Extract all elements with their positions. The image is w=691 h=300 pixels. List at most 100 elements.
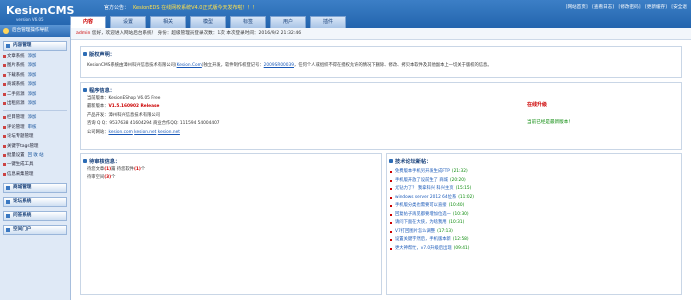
item-label[interactable]: 一键生成工具	[7, 162, 33, 167]
item-label[interactable]: 商城系统	[7, 82, 25, 87]
pending-unit: 个	[111, 175, 116, 181]
list-item[interactable]: 更大神帮忙，v7.0升级后出现 (09:41)	[387, 245, 681, 254]
list-item[interactable]: 设置关键字然后，手机版本新 (12:58)	[387, 236, 681, 245]
add-link[interactable]: 添加	[28, 115, 37, 120]
list-item[interactable]: 尤钻力了？ 我拿科兴 科兴主页 (15:15)	[387, 185, 681, 194]
section-label: 问答系统	[13, 213, 32, 219]
add-link[interactable]: 添加	[28, 82, 37, 87]
sidebar-item-secondhand[interactable]: 二手房源 添加	[0, 90, 70, 99]
section-label: 内容管理	[13, 43, 32, 48]
notice-label: 官方公告：	[104, 5, 130, 11]
sidebar-section-shop[interactable]: 商城管理	[3, 183, 67, 194]
registration-link[interactable]: 2009SR00039	[264, 63, 294, 68]
copyright-part1: KesionCMS系统由漳州科兴信息技术有限公司(	[87, 63, 177, 68]
review-link[interactable]: 审核	[28, 125, 37, 130]
online-upgrade-link[interactable]: 在线升级	[527, 101, 547, 108]
list-item[interactable]: windows server 2012 64位系 (11:02)	[387, 194, 681, 203]
add-link[interactable]: 添加	[28, 101, 37, 106]
site-link[interactable]: kesion.com	[108, 130, 132, 135]
news-title[interactable]: 尤钻力了？ 我拿科兴 科兴主页	[395, 186, 454, 191]
program-info-panel: 程序信息： 当前版本：KesionEShop V6.05 Free 最新版本：V…	[80, 82, 682, 150]
copyright-title: 版权声明：	[81, 47, 681, 58]
item-label[interactable]: 评论管理	[7, 125, 25, 130]
add-link[interactable]: 添加	[28, 73, 37, 78]
notice-text[interactable]: KesionEDS 在线网校系统V4.0正式版今天发布啦！！！	[133, 5, 257, 11]
news-title[interactable]: 设置关键字然后，手机版本新	[395, 237, 451, 242]
sidebar-item-collect[interactable]: 信息采集管理	[0, 170, 70, 179]
tab-content[interactable]: 内容	[70, 16, 106, 28]
link-change-password[interactable]: [修改密码]	[619, 5, 641, 10]
link-logout[interactable]: [安全退	[671, 5, 687, 10]
list-item[interactable]: 回复帖子再见都要增加位选一 (10:30)	[387, 211, 681, 220]
sidebar-section-content[interactable]: 内容管理	[3, 41, 67, 51]
item-label[interactable]: 文章系统	[7, 54, 25, 59]
info-icon	[83, 88, 87, 92]
latest-version-value: V1.5.160902 Release	[108, 104, 160, 110]
recycle-bin-link[interactable]: 回 收 站	[28, 153, 44, 158]
list-item[interactable]: V7打回图片怎么调整 (17:13)	[387, 228, 681, 237]
bullet-icon	[3, 144, 6, 148]
top-links: [网站首页] [查看日志] [修改密码] [更新缓存] [安全退	[563, 4, 687, 10]
sidebar-item-comments[interactable]: 评论管理 审核	[0, 123, 70, 132]
pending-count[interactable]: (1)	[134, 167, 141, 172]
panel-title-text: 待审核信息：	[89, 159, 121, 165]
pending-row: 待审空间(3)个	[81, 174, 381, 182]
link-update-cache[interactable]: [更新缓存]	[645, 5, 667, 10]
news-title[interactable]: V7打回图片怎么调整	[395, 229, 435, 234]
item-label[interactable]: 批量设置	[7, 153, 25, 158]
sidebar-item-tags[interactable]: 关键字tags管理	[0, 142, 70, 151]
item-label[interactable]: 图片系统	[7, 63, 25, 68]
news-title[interactable]: 免费版本手机另开发生成FTP	[395, 169, 450, 174]
sidebar-item-columns[interactable]: 栏目管理 添加	[0, 113, 70, 122]
tab-models[interactable]: 模型	[190, 16, 226, 28]
add-link[interactable]: 添加	[28, 54, 37, 59]
link-site-home[interactable]: [网站首页]	[566, 5, 588, 10]
site-link[interactable]: kesion.net	[158, 130, 180, 135]
news-title[interactable]: 请问下面在大侠，为啥我用	[395, 220, 447, 225]
sidebar-item-downloads[interactable]: 下载系统 添加	[0, 71, 70, 80]
folder-icon	[6, 214, 10, 219]
sidebar-section-forum[interactable]: 论坛系统	[3, 197, 67, 208]
news-title[interactable]: 手机版开放了设前生了 商城	[395, 178, 448, 183]
news-title[interactable]: 手机版分类也需要可以直接	[395, 203, 447, 208]
news-title[interactable]: windows server 2012 64位系	[395, 195, 456, 200]
tab-related[interactable]: 相关	[150, 16, 186, 28]
bullet-icon	[3, 135, 6, 139]
news-title[interactable]: 更大神帮忙，v7.0升级后出现	[395, 246, 452, 251]
item-label[interactable]: 信息采集管理	[7, 172, 33, 177]
sidebar-item-articles[interactable]: 文章系统 添加	[0, 52, 70, 61]
gear-icon	[3, 28, 9, 34]
sidebar-item-shop[interactable]: 商城系统 添加	[0, 80, 70, 89]
item-label[interactable]: 二手房源	[7, 92, 25, 97]
site-link[interactable]: kesion.net	[134, 130, 156, 135]
news-time: (12:58)	[452, 237, 469, 242]
sidebar-section-space[interactable]: 空间门户	[3, 225, 67, 236]
kesion-com-link[interactable]: Kesion.Com	[177, 63, 202, 68]
item-label[interactable]: 出租房源	[7, 101, 25, 106]
list-item[interactable]: 免费版本手机另开发生成FTP (21:32)	[387, 168, 681, 177]
sidebar-section-qa[interactable]: 问答系统	[3, 211, 67, 222]
tab-settings[interactable]: 设置	[110, 16, 146, 28]
item-label[interactable]: 关键字tags管理	[7, 144, 38, 149]
link-view-log[interactable]: [查看日志]	[592, 5, 614, 10]
sidebar-item-batch[interactable]: 批量设置回 收 站	[0, 151, 70, 160]
tab-tags[interactable]: 标签	[230, 16, 266, 28]
copyright-part2: )独立开发，软件制作权登记号：	[201, 63, 264, 68]
add-link[interactable]: 添加	[28, 92, 37, 97]
item-label[interactable]: 栏目管理	[7, 115, 25, 120]
sidebar-item-images[interactable]: 图片系统 添加	[0, 61, 70, 70]
sidebar-item-rental[interactable]: 出租房源 添加	[0, 99, 70, 108]
list-item[interactable]: 手机版分类也需要可以直接 (10:40)	[387, 202, 681, 211]
bullet-icon	[3, 172, 6, 176]
tab-plugins[interactable]: 插件	[310, 16, 346, 28]
sidebar-item-generate[interactable]: 一键生成工具	[0, 160, 70, 169]
tab-users[interactable]: 用户	[270, 16, 306, 28]
list-item[interactable]: 请问下面在大侠，为啥我用 (10:31)	[387, 219, 681, 228]
news-title[interactable]: 回复帖子再见都要增加位选一	[395, 212, 451, 217]
item-label[interactable]: 下载系统	[7, 73, 25, 78]
list-item[interactable]: 手机版开放了设前生了 商城 (20:20)	[387, 177, 681, 186]
copyright-panel: 版权声明： KesionCMS系统由漳州科兴信息技术有限公司(Kesion.Co…	[80, 46, 682, 78]
add-link[interactable]: 添加	[28, 63, 37, 68]
item-label[interactable]: 论坛专题管理	[7, 134, 33, 139]
sidebar-item-topics[interactable]: 论坛专题管理	[0, 132, 70, 141]
